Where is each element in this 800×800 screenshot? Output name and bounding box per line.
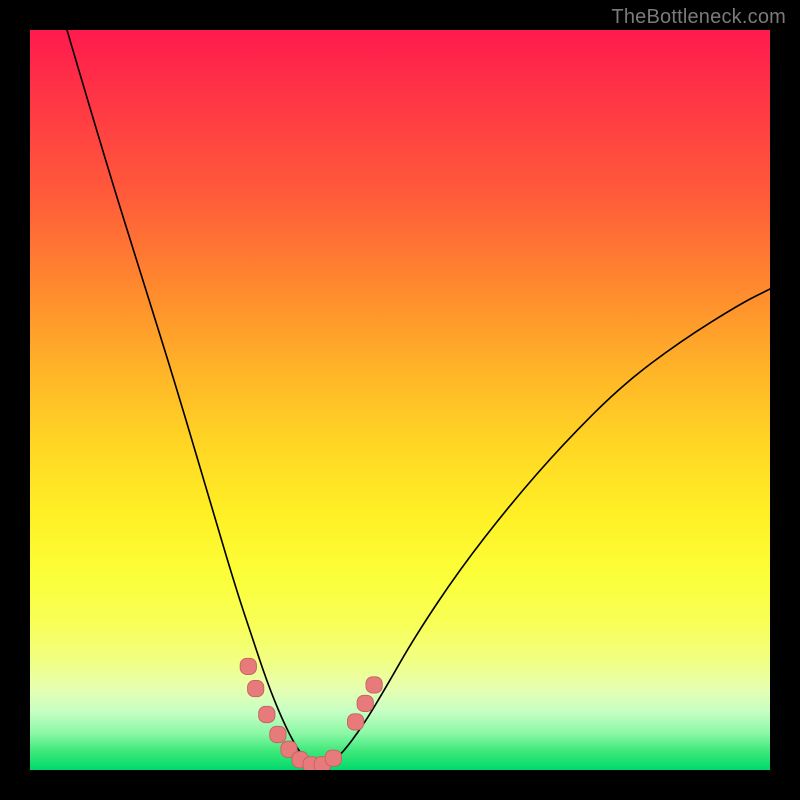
- curve-marker: [325, 750, 341, 766]
- plot-area: [30, 30, 770, 770]
- curve-marker: [357, 695, 373, 711]
- curve-marker: [259, 706, 275, 722]
- curve-marker: [347, 714, 363, 730]
- curve-marker: [248, 680, 264, 696]
- curve-marker: [240, 658, 256, 674]
- bottleneck-curve-line: [67, 30, 770, 766]
- curve-marker: [366, 677, 382, 693]
- bottleneck-chart: [30, 30, 770, 770]
- curve-markers: [240, 658, 382, 770]
- watermark-text: TheBottleneck.com: [611, 6, 786, 29]
- chart-frame: TheBottleneck.com: [0, 0, 800, 800]
- curve-marker: [270, 726, 286, 742]
